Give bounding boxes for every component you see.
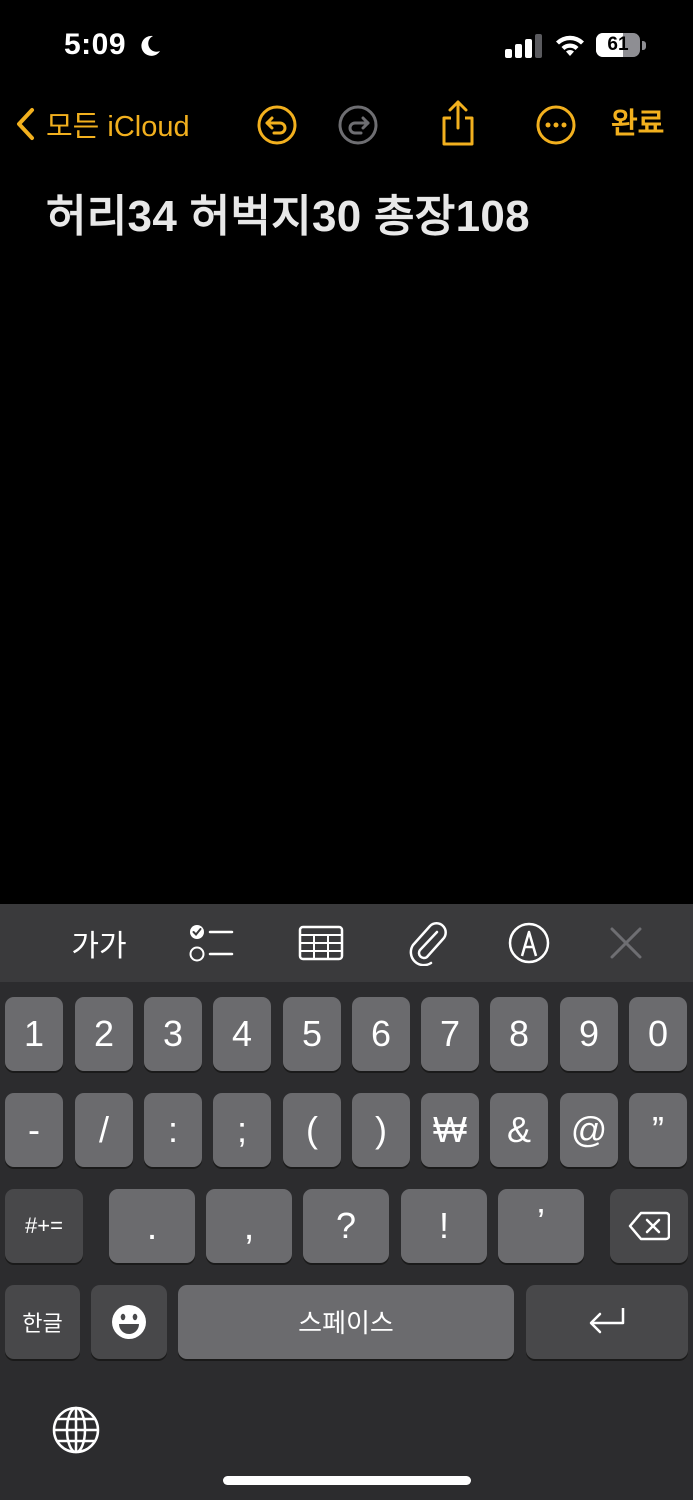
emoji-icon bbox=[112, 1305, 146, 1339]
key-7[interactable]: 7 bbox=[421, 997, 479, 1071]
battery-percentage: 61 bbox=[607, 34, 629, 55]
key-semicolon[interactable]: ; bbox=[213, 1093, 271, 1167]
cellular-signal-icon bbox=[505, 34, 542, 58]
paperclip-icon[interactable] bbox=[404, 920, 450, 966]
globe-icon[interactable] bbox=[50, 1404, 102, 1456]
key-period[interactable]: . bbox=[109, 1189, 195, 1263]
space-key[interactable]: 스페이스 bbox=[178, 1285, 514, 1359]
markup-pen-icon[interactable] bbox=[506, 920, 552, 966]
key-quote[interactable]: ” bbox=[629, 1093, 687, 1167]
emoji-key[interactable] bbox=[91, 1285, 167, 1359]
key-4[interactable]: 4 bbox=[213, 997, 271, 1071]
key-1[interactable]: 1 bbox=[5, 997, 63, 1071]
return-icon bbox=[589, 1308, 625, 1334]
symbols-mode-key[interactable]: #+= bbox=[5, 1189, 83, 1263]
status-bar: 5:09 61 bbox=[0, 0, 693, 90]
undo-icon[interactable] bbox=[256, 104, 298, 146]
key-colon[interactable]: : bbox=[144, 1093, 202, 1167]
key-3[interactable]: 3 bbox=[144, 997, 202, 1071]
chevron-left-icon bbox=[17, 108, 34, 140]
key-8[interactable]: 8 bbox=[490, 997, 548, 1071]
battery-indicator: 61 bbox=[596, 33, 648, 59]
redo-icon[interactable] bbox=[337, 104, 379, 146]
close-icon[interactable] bbox=[606, 920, 646, 966]
key-apostrophe[interactable]: ’ bbox=[498, 1189, 584, 1263]
key-at[interactable]: @ bbox=[560, 1093, 618, 1167]
key-hyphen[interactable]: - bbox=[5, 1093, 63, 1167]
key-0[interactable]: 0 bbox=[629, 997, 687, 1071]
key-slash[interactable]: / bbox=[75, 1093, 133, 1167]
key-question[interactable]: ? bbox=[303, 1189, 389, 1263]
korean-language-key[interactable]: 한글 bbox=[5, 1285, 80, 1359]
navigation-bar: 모든 iCloud 완료 bbox=[0, 90, 693, 160]
share-icon[interactable] bbox=[437, 98, 479, 148]
key-ampersand[interactable]: & bbox=[490, 1093, 548, 1167]
backspace-key[interactable] bbox=[610, 1189, 688, 1263]
home-indicator[interactable] bbox=[223, 1476, 471, 1485]
keyboard: 가가 1 2 3 4 5 6 7 8 9 0 - / : ; () ₩ & @… bbox=[0, 904, 693, 1500]
status-time: 5:09 bbox=[64, 28, 127, 61]
key-5[interactable]: 5 bbox=[283, 997, 341, 1071]
moon-icon bbox=[141, 35, 160, 56]
back-button[interactable]: 모든 iCloud bbox=[14, 104, 190, 144]
checklist-icon[interactable] bbox=[186, 920, 236, 966]
delete-backward-icon bbox=[628, 1211, 670, 1241]
key-9[interactable]: 9 bbox=[560, 997, 618, 1071]
key-2[interactable]: 2 bbox=[75, 997, 133, 1071]
key-comma[interactable]: , bbox=[206, 1189, 292, 1263]
return-key[interactable] bbox=[526, 1285, 688, 1359]
text-format-button[interactable]: 가가 bbox=[64, 920, 134, 966]
wifi-icon bbox=[556, 35, 584, 56]
key-close-paren[interactable]: ) bbox=[352, 1093, 410, 1167]
done-button[interactable]: 완료 bbox=[611, 104, 664, 144]
keyboard-toolbar: 가가 bbox=[0, 904, 693, 982]
key-open-paren[interactable]: ( bbox=[283, 1093, 341, 1167]
back-button-label: 모든 iCloud bbox=[46, 111, 190, 143]
note-text[interactable]: 허리34 허벅지30 총장108 bbox=[46, 180, 530, 244]
more-options-icon[interactable] bbox=[535, 104, 577, 146]
table-icon[interactable] bbox=[297, 920, 345, 966]
key-exclamation[interactable]: ! bbox=[401, 1189, 487, 1263]
key-won[interactable]: ₩ bbox=[421, 1093, 479, 1167]
key-6[interactable]: 6 bbox=[352, 997, 410, 1071]
